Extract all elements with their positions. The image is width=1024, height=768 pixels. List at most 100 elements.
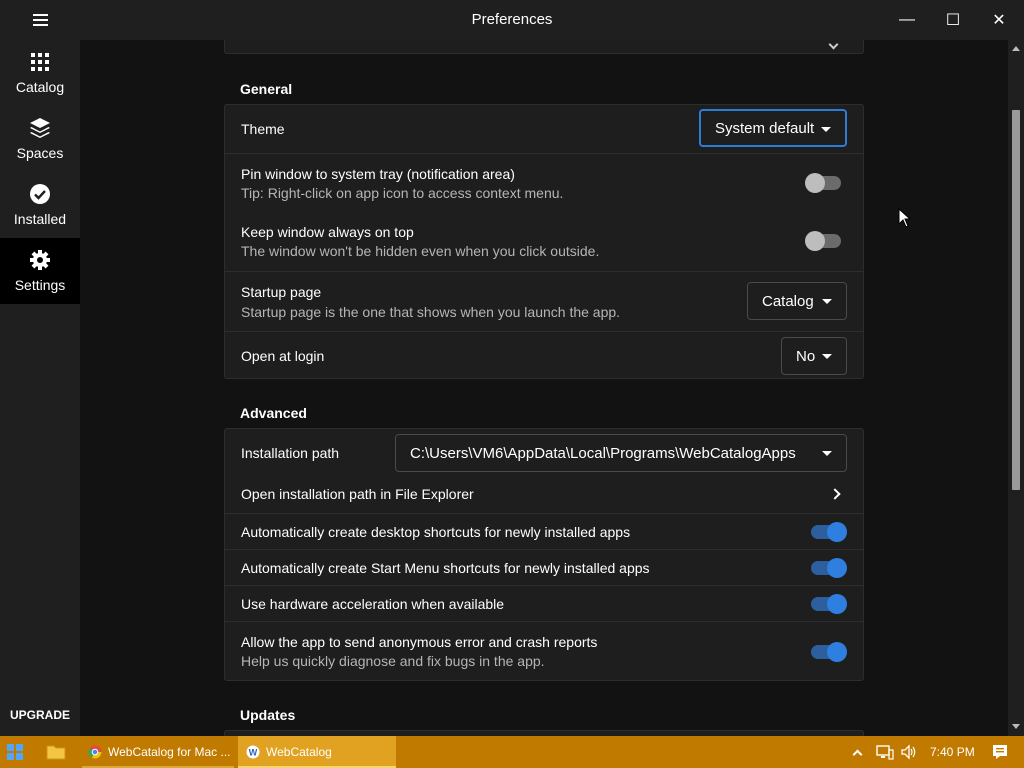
sidebar-item-label: Spaces xyxy=(16,145,64,161)
window-title: Preferences xyxy=(471,11,553,28)
hw-accel-toggle[interactable] xyxy=(809,592,847,616)
action-center-button[interactable] xyxy=(992,736,1012,768)
install-path-value: C:\Users\VM6\AppData\Local\Programs\WebC… xyxy=(410,444,796,462)
install-path-row: Installation path C:\Users\VM6\AppData\L… xyxy=(225,429,863,477)
title-bar: Preferences — ☐ ✕ xyxy=(0,0,1024,40)
network-button[interactable] xyxy=(876,736,896,768)
always-on-top-sub: The window won't be hidden even when you… xyxy=(241,243,600,259)
always-on-top-toggle[interactable] xyxy=(805,229,841,253)
scroll-up-icon[interactable] xyxy=(1012,46,1020,51)
theme-row: Theme System default xyxy=(225,105,863,153)
taskbar-chrome-label: WebCatalog for Mac ... xyxy=(108,745,231,759)
gear-icon xyxy=(30,250,50,270)
install-path-label: Installation path xyxy=(241,445,340,461)
sidebar-item-label: Installed xyxy=(13,211,67,227)
check-circle-icon xyxy=(30,184,50,204)
clock[interactable]: 7:40 PM xyxy=(930,736,976,768)
close-icon: ✕ xyxy=(992,12,1006,29)
caret-down-icon xyxy=(822,451,832,456)
maximize-icon: ☐ xyxy=(945,12,961,29)
sidebar-item-installed[interactable]: Installed xyxy=(0,172,80,238)
taskbar: WebCatalog for Mac ... W WebCatalog 7:40… xyxy=(0,736,1024,768)
sidebar-item-label: Settings xyxy=(14,277,66,293)
startup-page-select[interactable]: Catalog xyxy=(747,282,847,320)
startup-page-value: Catalog xyxy=(762,292,814,310)
startup-page-sub: Startup page is the one that shows when … xyxy=(241,304,621,320)
chrome-icon xyxy=(88,745,102,759)
hw-accel-label: Use hardware acceleration when available xyxy=(241,596,505,612)
maximize-button[interactable]: ☐ xyxy=(930,0,976,40)
section-title-advanced: Advanced xyxy=(240,405,307,421)
chevron-up-icon xyxy=(852,749,863,759)
sidebar-item-spaces[interactable]: Spaces xyxy=(0,106,80,172)
chevron-down-icon xyxy=(828,40,839,50)
taskbar-webcatalog-window[interactable]: W WebCatalog xyxy=(238,736,396,768)
notification-icon xyxy=(993,745,1007,759)
svg-text:W: W xyxy=(249,748,258,758)
crash-reports-sub: Help us quickly diagnose and fix bugs in… xyxy=(241,653,545,669)
preferences-content: General Theme System default Pin window … xyxy=(80,40,1008,736)
taskbar-webcatalog-label: WebCatalog xyxy=(266,745,332,759)
webcatalog-icon: W xyxy=(246,745,260,759)
open-at-login-value: No xyxy=(796,347,816,365)
start-menu-shortcuts-label: Automatically create Start Menu shortcut… xyxy=(241,560,650,576)
pin-tray-label: Pin window to system tray (notification … xyxy=(241,166,515,182)
sidebar-item-settings[interactable]: Settings xyxy=(0,238,80,304)
open-at-login-select[interactable]: No xyxy=(781,337,847,375)
startup-page-label: Startup page xyxy=(241,284,322,300)
sidebar-item-catalog[interactable]: Catalog xyxy=(0,40,80,106)
upgrade-button[interactable]: UPGRADE xyxy=(0,708,80,722)
pin-tray-sub: Tip: Right-click on app icon to access c… xyxy=(241,185,564,201)
sidebar: Catalog Spaces Installed Settings xyxy=(0,40,80,736)
general-card: Theme System default Pin window to syste… xyxy=(224,104,864,379)
pin-tray-toggle[interactable] xyxy=(805,171,841,195)
layers-icon xyxy=(30,118,50,138)
minimize-icon: — xyxy=(899,11,915,28)
desktop-shortcuts-toggle[interactable] xyxy=(809,520,847,544)
desktop-shortcuts-row[interactable]: Automatically create desktop shortcuts f… xyxy=(225,513,863,549)
pin-tray-row[interactable]: Pin window to system tray (notification … xyxy=(225,153,863,212)
file-explorer-button[interactable] xyxy=(46,736,70,768)
caret-down-icon xyxy=(822,299,832,304)
volume-icon xyxy=(901,744,916,760)
taskbar-chrome-window[interactable]: WebCatalog for Mac ... xyxy=(82,736,234,768)
windows-icon xyxy=(7,744,23,760)
network-icon xyxy=(876,745,894,760)
theme-value: System default xyxy=(715,119,815,137)
tray-overflow-button[interactable] xyxy=(852,736,868,768)
caret-down-icon xyxy=(822,354,832,359)
scroll-thumb[interactable] xyxy=(1012,110,1020,490)
caret-down-icon xyxy=(821,127,831,132)
desktop-shortcuts-label: Automatically create desktop shortcuts f… xyxy=(241,524,631,540)
grid-icon xyxy=(31,53,49,71)
theme-label: Theme xyxy=(241,121,285,137)
start-menu-shortcuts-row[interactable]: Automatically create Start Menu shortcut… xyxy=(225,549,863,585)
advanced-card: Installation path C:\Users\VM6\AppData\L… xyxy=(224,428,864,681)
startup-page-row: Startup page Startup page is the one tha… xyxy=(225,271,863,331)
folder-icon xyxy=(46,745,66,760)
crash-reports-toggle[interactable] xyxy=(809,640,847,664)
always-on-top-label: Keep window always on top xyxy=(241,224,414,240)
sidebar-item-label: Catalog xyxy=(15,79,65,95)
scroll-down-icon[interactable] xyxy=(1012,724,1020,729)
minimize-button[interactable]: — xyxy=(884,0,930,40)
close-button[interactable]: ✕ xyxy=(976,0,1022,40)
crash-reports-label: Allow the app to send anonymous error an… xyxy=(241,634,598,650)
open-explorer-row[interactable]: Open installation path in File Explorer xyxy=(225,477,863,513)
section-title-general: General xyxy=(240,81,293,97)
open-explorer-label: Open installation path in File Explorer xyxy=(241,486,474,502)
start-button[interactable] xyxy=(6,736,30,768)
start-menu-shortcuts-toggle[interactable] xyxy=(809,556,847,580)
mouse-cursor-icon xyxy=(898,208,912,228)
scrollbar[interactable] xyxy=(1008,40,1024,736)
chevron-right-icon xyxy=(829,488,841,500)
open-at-login-row: Open at login No xyxy=(225,331,863,379)
install-path-select[interactable]: C:\Users\VM6\AppData\Local\Programs\WebC… xyxy=(395,434,847,472)
crash-reports-row[interactable]: Allow the app to send anonymous error an… xyxy=(225,621,863,681)
volume-button[interactable] xyxy=(900,736,920,768)
theme-select[interactable]: System default xyxy=(699,109,847,147)
open-at-login-label: Open at login xyxy=(241,348,325,364)
always-on-top-row[interactable]: Keep window always on top The window won… xyxy=(225,212,863,271)
section-title-updates: Updates xyxy=(240,707,296,723)
hw-accel-row[interactable]: Use hardware acceleration when available xyxy=(225,585,863,621)
